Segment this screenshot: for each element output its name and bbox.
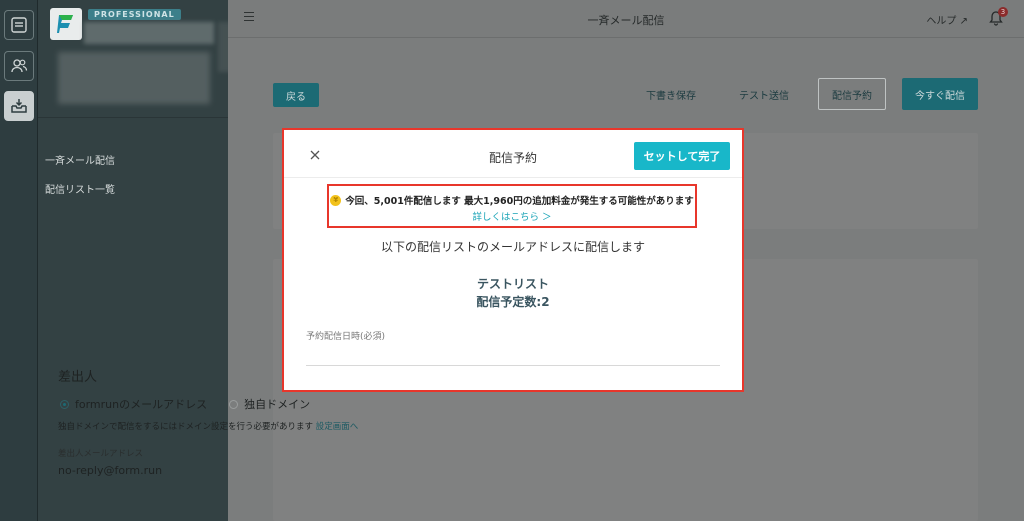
- delivery-list-name: テストリスト: [476, 277, 549, 291]
- back-button[interactable]: 戻る: [273, 83, 319, 107]
- schedule-datetime-input[interactable]: [306, 342, 720, 366]
- inbox-send-icon[interactable]: [4, 91, 34, 121]
- warning-text: 今回、5,001件配信します 最大1,960円の追加料金が発生する可能性がありま…: [345, 196, 694, 207]
- sender-email-label: 差出人メールアドレス: [58, 449, 144, 459]
- modal-divider: [284, 177, 742, 178]
- save-draft-button[interactable]: 下書き保存: [646, 87, 696, 102]
- settings-link[interactable]: 設定画面へ: [316, 422, 359, 432]
- domain-note-text: 独自ドメインで配信をするにはドメイン設定を行う必要があります: [58, 422, 314, 432]
- sidebar-item-delivery-lists[interactable]: 配信リスト一覧: [45, 181, 115, 196]
- schedule-modal: 配信予約 セットして完了 ¥ 今回、5,001件配信します 最大1,960円の追…: [282, 128, 744, 392]
- help-link[interactable]: ヘルプ ↗: [926, 12, 968, 27]
- blurred-account-name: [84, 22, 214, 44]
- header: 一斉メール配信 ヘルプ ↗ 3: [228, 0, 1024, 38]
- radio-formrun[interactable]: [60, 399, 69, 409]
- delivery-count: 配信予定数:2: [476, 295, 550, 309]
- plan-badge: PROFESSIONAL: [88, 9, 181, 20]
- schedule-datetime-label: 予約配信日時(必須): [306, 332, 386, 342]
- coin-icon: ¥: [330, 194, 342, 206]
- extra-charge-warning: ¥ 今回、5,001件配信します 最大1,960円の追加料金が発生する可能性があ…: [327, 184, 697, 228]
- blurred-account-detail: [58, 52, 210, 104]
- external-link-icon: ↗: [959, 16, 968, 27]
- sender-options: formrunのメールアドレス 独自ドメイン: [60, 396, 310, 412]
- test-send-button[interactable]: テスト送信: [739, 87, 789, 102]
- document-list-icon[interactable]: [4, 10, 34, 40]
- page-title: 一斉メール配信: [587, 14, 665, 27]
- send-now-button[interactable]: 今すぐ配信: [902, 78, 978, 110]
- set-and-complete-button[interactable]: セットして完了: [634, 142, 730, 170]
- modal-lead-text: 以下の配信リストのメールアドレスに配信します: [380, 240, 645, 254]
- sidebar: PROFESSIONAL 一斉メール配信 配信リスト一覧: [38, 0, 238, 521]
- icon-rail: [0, 0, 38, 521]
- schedule-button[interactable]: 配信予約: [818, 78, 886, 110]
- details-link[interactable]: 詳しくはこちら ＞: [329, 209, 695, 223]
- radio-custom-domain-label[interactable]: 独自ドメイン: [244, 396, 310, 412]
- sender-email: no-reply@form.run: [58, 464, 163, 477]
- radio-formrun-label[interactable]: formrunのメールアドレス: [75, 396, 207, 412]
- domain-note: 独自ドメインで配信をするにはドメイン設定を行う必要があります 設定画面へ: [58, 420, 358, 432]
- sender-label: 差出人: [58, 370, 98, 385]
- formrun-logo: [50, 8, 82, 40]
- users-icon[interactable]: [4, 51, 34, 81]
- account-panel: PROFESSIONAL: [38, 0, 238, 118]
- sidebar-item-bulk-mail[interactable]: 一斉メール配信: [45, 152, 115, 167]
- help-label: ヘルプ: [926, 16, 957, 27]
- radio-custom-domain[interactable]: [229, 399, 239, 409]
- notification-count: 3: [998, 7, 1008, 17]
